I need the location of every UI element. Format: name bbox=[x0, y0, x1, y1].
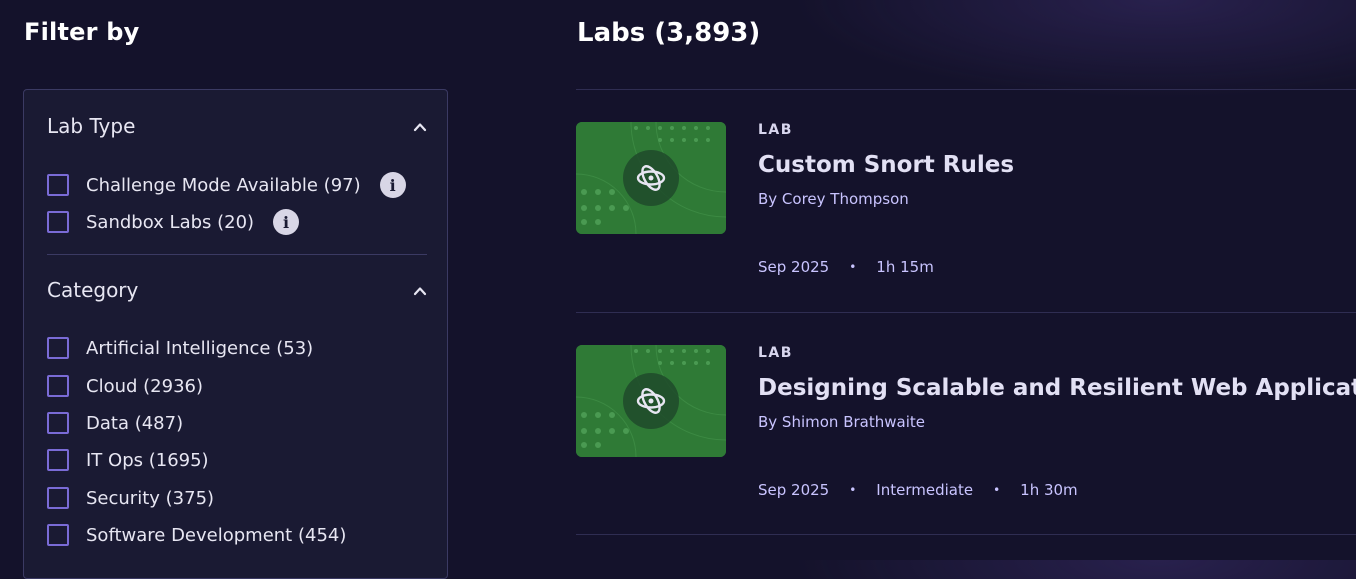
checkbox[interactable] bbox=[47, 375, 69, 397]
filter-option-data[interactable]: Data (487) bbox=[47, 410, 183, 436]
checkbox[interactable] bbox=[47, 449, 69, 471]
lab-author: By Corey Thompson bbox=[758, 190, 909, 208]
checkbox[interactable] bbox=[47, 412, 69, 434]
category-section-title: Category bbox=[47, 278, 139, 302]
lab-author: By Shimon Brathwaite bbox=[758, 413, 925, 431]
filter-title: Filter by bbox=[24, 18, 140, 46]
results-title: Labs (3,893) bbox=[577, 18, 761, 48]
checkbox[interactable] bbox=[47, 487, 69, 509]
meta-separator: • bbox=[849, 260, 857, 274]
row-divider bbox=[576, 89, 1356, 90]
checkbox[interactable] bbox=[47, 174, 69, 196]
lab-title-link[interactable]: Custom Snort Rules bbox=[758, 152, 1014, 178]
row-divider bbox=[576, 312, 1356, 313]
filter-panel: Lab Type Challenge Mode Available (97) i… bbox=[23, 89, 448, 579]
lab-title-link[interactable]: Designing Scalable and Resilient Web App… bbox=[758, 375, 1356, 401]
category-section-header[interactable]: Category bbox=[47, 275, 427, 305]
filter-option-software-development[interactable]: Software Development (454) bbox=[47, 522, 346, 548]
lab-type-label: LAB bbox=[758, 345, 793, 361]
lab-date: Sep 2025 bbox=[758, 258, 830, 276]
checkbox[interactable] bbox=[47, 337, 69, 359]
lab-meta: Sep 2025 • 1h 15m bbox=[758, 258, 934, 276]
checkbox[interactable] bbox=[47, 211, 69, 233]
checkbox[interactable] bbox=[47, 524, 69, 546]
filter-option-sandbox-labs[interactable]: Sandbox Labs (20) i bbox=[47, 209, 300, 235]
filter-option-label: Data (487) bbox=[86, 412, 184, 434]
lab-card[interactable]: LAB Custom Snort Rules By Corey Thompson… bbox=[576, 122, 1356, 282]
info-icon[interactable]: i bbox=[379, 172, 406, 198]
lab-type-section-title: Lab Type bbox=[47, 114, 136, 138]
filter-option-label: Challenge Mode Available (97) bbox=[86, 174, 361, 196]
filter-option-cloud[interactable]: Cloud (2936) bbox=[47, 373, 203, 399]
filter-option-label: Security (375) bbox=[86, 487, 215, 509]
lab-duration: 1h 30m bbox=[1020, 481, 1078, 499]
row-divider bbox=[576, 534, 1356, 535]
filter-option-artificial-intelligence[interactable]: Artificial Intelligence (53) bbox=[47, 335, 313, 361]
filter-option-label: Artificial Intelligence (53) bbox=[86, 337, 314, 359]
filter-option-challenge-mode[interactable]: Challenge Mode Available (97) i bbox=[47, 172, 406, 198]
lab-thumbnail[interactable] bbox=[576, 122, 726, 234]
lab-date: Sep 2025 bbox=[758, 481, 830, 499]
lab-thumbnail[interactable] bbox=[576, 345, 726, 457]
lab-meta: Sep 2025 • Intermediate • 1h 30m bbox=[758, 481, 1078, 499]
filter-option-label: Sandbox Labs (20) bbox=[86, 211, 255, 233]
filter-option-security[interactable]: Security (375) bbox=[47, 485, 214, 511]
lab-level: Intermediate bbox=[876, 481, 974, 499]
lab-type-section-header[interactable]: Lab Type bbox=[47, 111, 427, 141]
info-icon[interactable]: i bbox=[273, 209, 300, 235]
lab-type-label: LAB bbox=[758, 122, 793, 138]
filter-option-label: IT Ops (1695) bbox=[86, 449, 209, 471]
chevron-up-icon[interactable] bbox=[413, 283, 427, 297]
meta-separator: • bbox=[993, 483, 1001, 497]
meta-separator: • bbox=[849, 483, 857, 497]
lab-duration: 1h 15m bbox=[876, 258, 934, 276]
filter-option-label: Cloud (2936) bbox=[86, 375, 203, 397]
chevron-up-icon[interactable] bbox=[413, 119, 427, 133]
section-divider bbox=[47, 254, 427, 255]
lab-card[interactable]: LAB Designing Scalable and Resilient Web… bbox=[576, 345, 1356, 505]
filter-option-it-ops[interactable]: IT Ops (1695) bbox=[47, 447, 209, 473]
filter-option-label: Software Development (454) bbox=[86, 524, 347, 546]
